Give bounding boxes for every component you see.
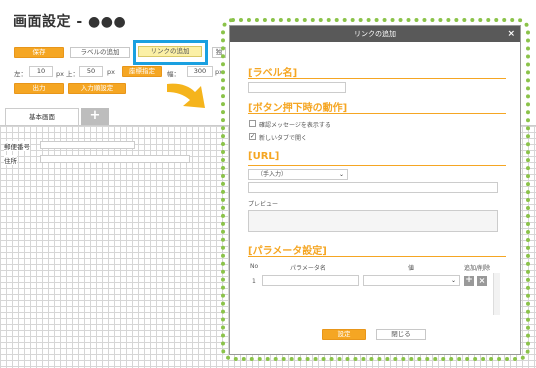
confirm-message-label: 確認メッセージを表示する [259, 122, 331, 129]
action-heading: [ボタン押下時の動作] [248, 103, 348, 114]
tab-main-screen[interactable]: 基本画面 [5, 108, 79, 125]
dialog-title: リンクの追加 [354, 30, 396, 38]
param-heading: [パラメータ設定] [248, 246, 327, 257]
page-title: 画面設定 - ●●● [13, 14, 127, 30]
postal-code-field[interactable] [40, 141, 135, 149]
add-tab-button[interactable]: + [81, 108, 109, 125]
ok-button[interactable]: 設定 [322, 329, 366, 340]
top-label: px 上： [56, 70, 80, 78]
url-select[interactable]: （手入力） ⌄ [248, 169, 348, 180]
coord-button[interactable]: 座標指定 [122, 66, 162, 77]
delete-param-icon[interactable]: × [477, 276, 487, 286]
top-input[interactable]: 50 [79, 66, 103, 77]
chevron-down-icon: ⌄ [450, 277, 456, 284]
preview-area [248, 210, 498, 232]
arrow-icon [167, 83, 205, 108]
divider [248, 256, 506, 257]
address-field[interactable] [40, 155, 190, 163]
add-link-highlight [133, 40, 208, 65]
chevron-down-icon: ⌄ [338, 171, 344, 178]
close-button[interactable]: 閉じる [376, 329, 426, 340]
url-heading: [URL] [248, 151, 280, 162]
param-scrollbar[interactable] [493, 273, 500, 315]
input-order-button[interactable]: 入力順設定 [68, 83, 126, 94]
label-name-input[interactable] [248, 82, 346, 93]
add-param-icon[interactable]: + [464, 276, 474, 286]
postal-code-label: 郵便番号 [4, 141, 30, 151]
left-input[interactable]: 10 [29, 66, 53, 77]
url-input[interactable] [248, 182, 498, 193]
add-link-dialog: リンクの追加 × [ラベル名] [ボタン押下時の動作] 確認メッセージを表示する… [229, 25, 521, 355]
param-value-select[interactable]: ⌄ [363, 275, 460, 286]
url-select-value: （手入力） [257, 171, 288, 178]
address-label: 住所 [4, 155, 17, 165]
width-input[interactable]: 300 [187, 66, 213, 77]
col-no-header: No [250, 263, 259, 270]
label-name-heading: [ラベル名] [248, 68, 298, 79]
divider [248, 78, 506, 79]
new-tab-label: 新しいタブで開く [259, 135, 308, 142]
close-icon[interactable]: × [507, 26, 515, 42]
new-tab-checkbox[interactable]: ✓ [249, 133, 256, 140]
add-label-button[interactable]: ラベルの追加 [70, 47, 130, 58]
param-row-number: 1 [252, 278, 256, 285]
output-button[interactable]: 出力 [14, 83, 64, 94]
confirm-message-checkbox[interactable] [249, 120, 256, 127]
col-param-header: パラメータ名 [290, 265, 326, 272]
width-label: 幅： [167, 70, 180, 78]
param-name-input[interactable] [262, 275, 359, 286]
col-value-header: 値 [408, 265, 415, 272]
save-button[interactable]: 保存 [14, 47, 64, 58]
preview-label: プレビュー [248, 201, 279, 208]
px-label: px [107, 68, 115, 76]
divider [248, 165, 506, 166]
left-label: 左： [14, 70, 27, 78]
divider [248, 113, 506, 114]
dialog-header: リンクの追加 × [230, 26, 520, 42]
col-add-del-header: 追加/削除 [464, 265, 491, 272]
